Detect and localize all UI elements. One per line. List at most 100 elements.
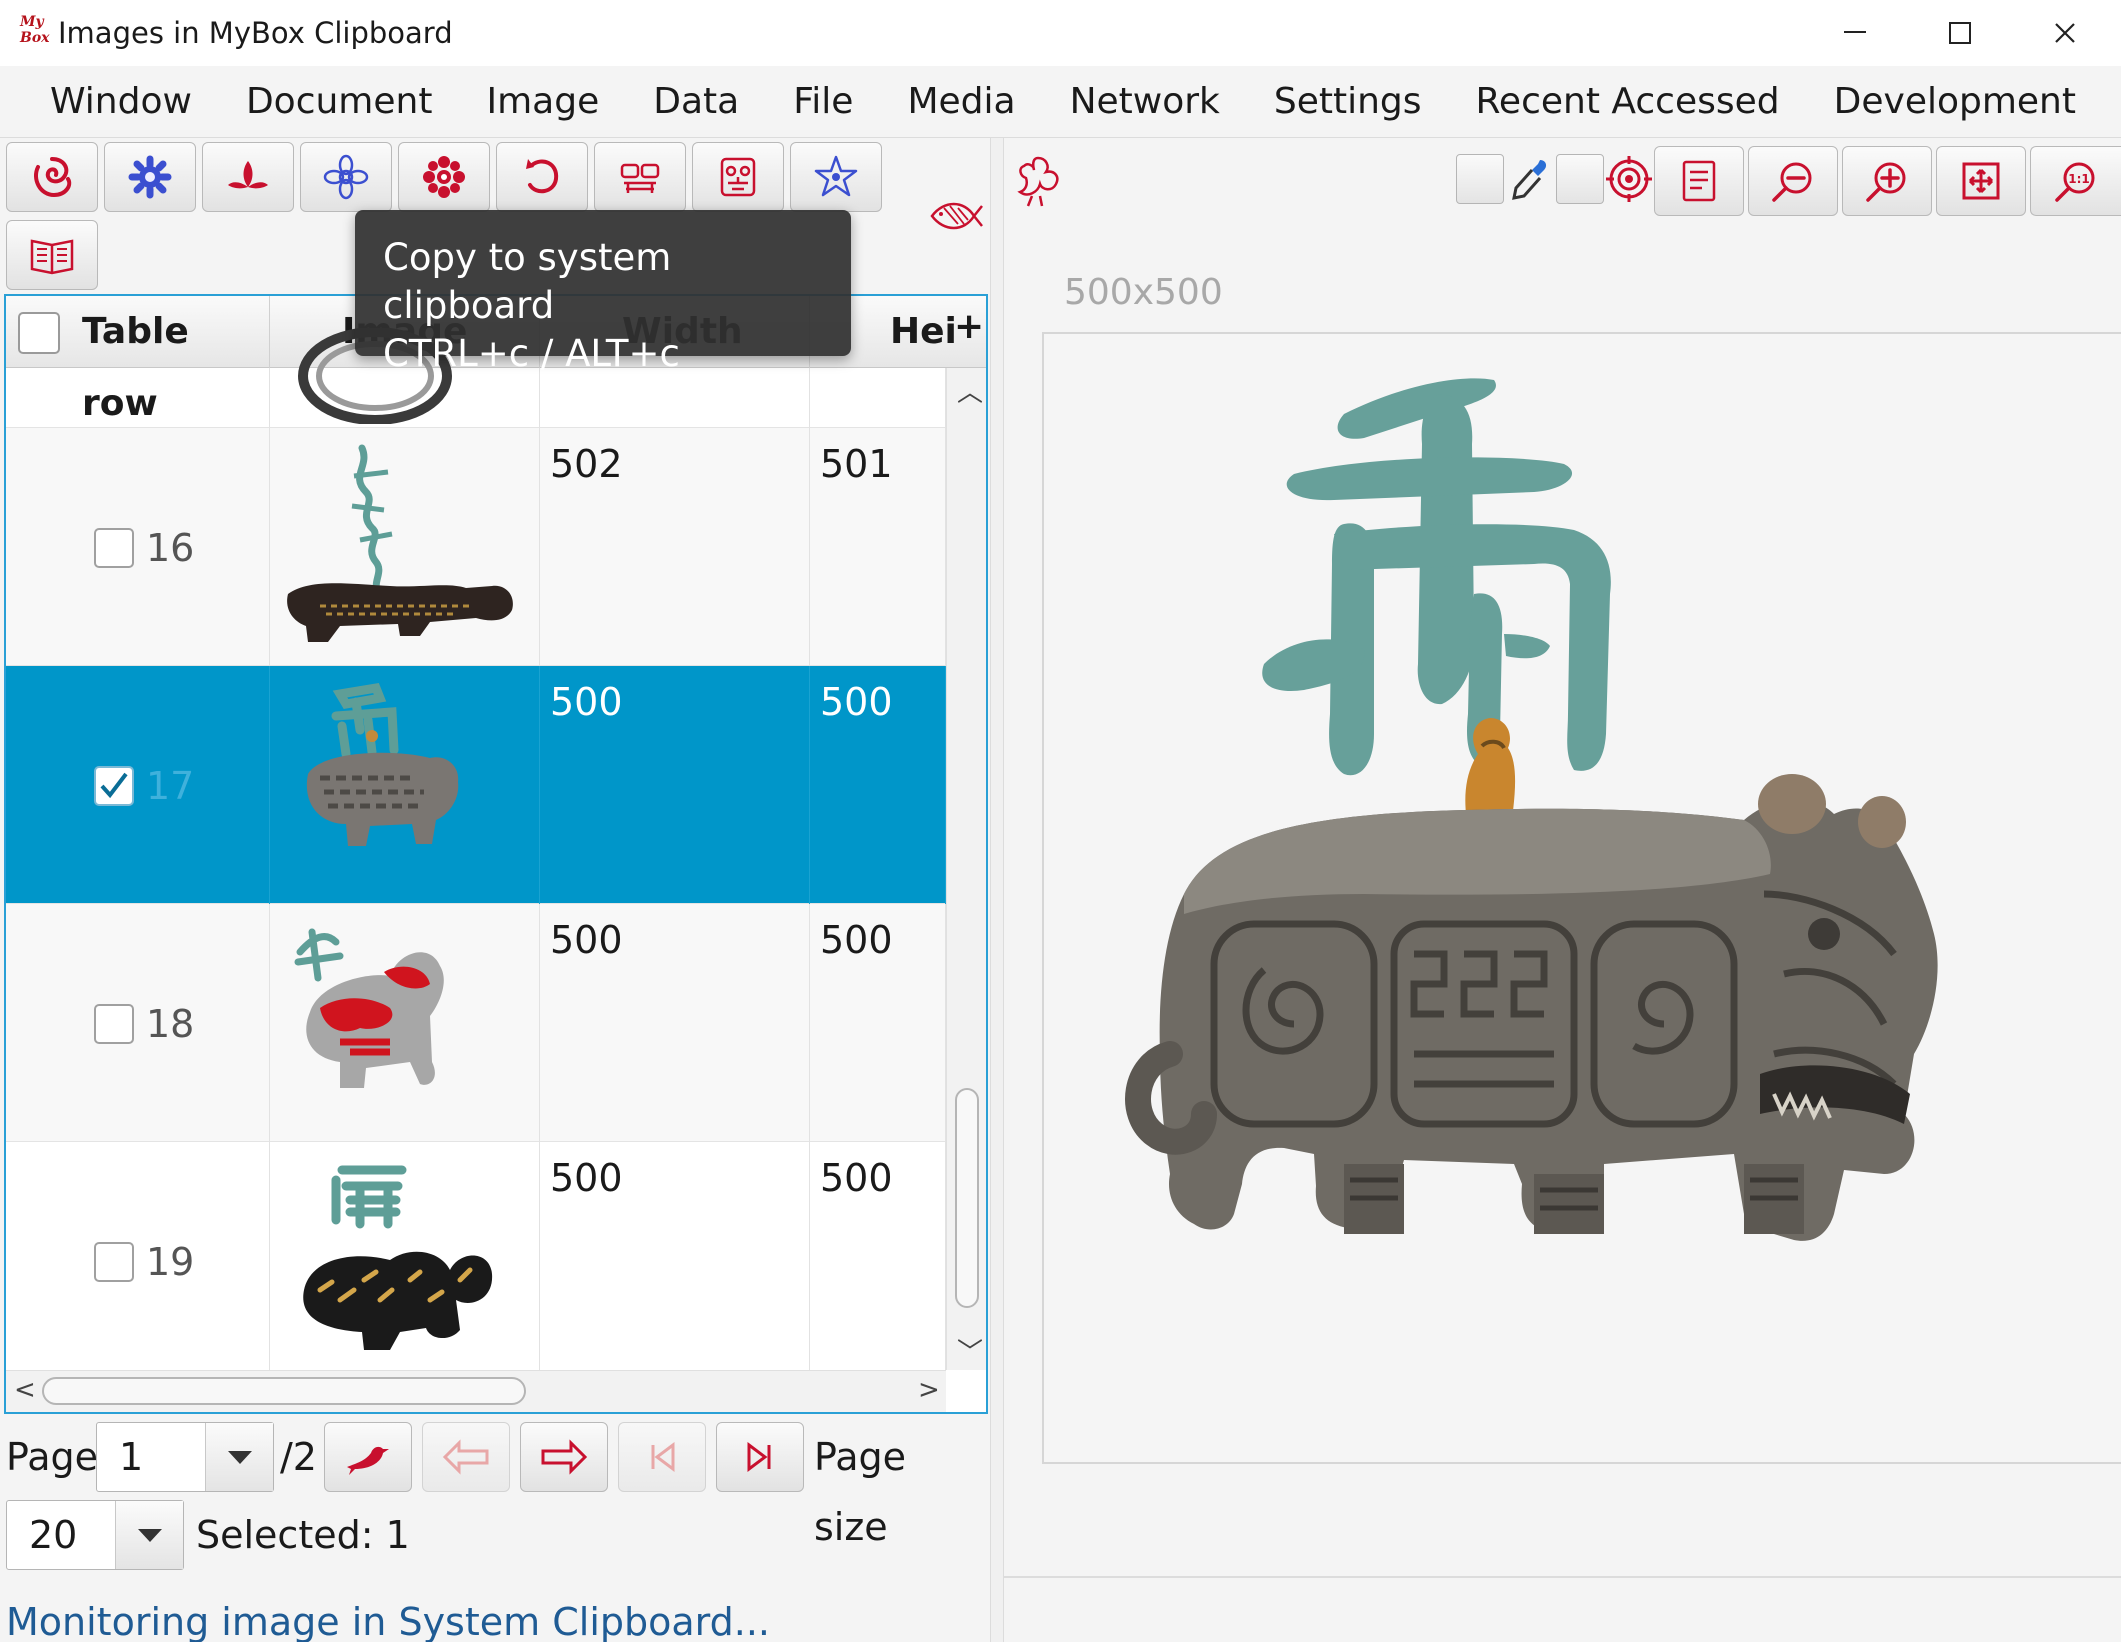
last-page-button[interactable] xyxy=(716,1422,804,1492)
flower-icon xyxy=(323,154,369,200)
target-icon[interactable] xyxy=(1606,156,1652,202)
row-checkbox[interactable] xyxy=(94,1004,134,1044)
row-thumbnail xyxy=(294,928,444,1088)
menu-recent-accessed[interactable]: Recent Accessed xyxy=(1449,66,1807,137)
table-row[interactable]: 16 502 501 xyxy=(6,428,946,666)
zoom-actual-size-icon: 1:1 xyxy=(2055,162,2095,202)
page-size-value: 20 xyxy=(29,1513,78,1557)
leaf-button[interactable] xyxy=(202,142,294,212)
menu-image[interactable]: Image xyxy=(459,66,626,137)
refresh-button[interactable] xyxy=(496,142,588,212)
row-number: 18 xyxy=(146,1002,195,1046)
pane-splitter[interactable] xyxy=(990,138,1004,1642)
copy-tooltip: Copy to system clipboard CTRL+c / ALT+c xyxy=(355,210,851,375)
menu-media[interactable]: Media xyxy=(880,66,1042,137)
bronze-tiger xyxy=(1125,774,1938,1241)
star-flower-button[interactable] xyxy=(790,142,882,212)
vertical-scroll-thumb[interactable] xyxy=(955,1088,979,1308)
document-info-icon xyxy=(1682,160,1716,202)
fish-icon xyxy=(930,202,983,230)
table-row-selected[interactable]: 17 500 500 xyxy=(6,666,946,904)
flower-button[interactable] xyxy=(300,142,392,212)
menu-data[interactable]: Data xyxy=(626,66,766,137)
last-page-icon xyxy=(747,1442,771,1472)
fit-window-button[interactable] xyxy=(1936,146,2026,216)
phoenix-icon xyxy=(1017,156,1059,207)
vertical-scrollbar[interactable]: ︿ ﹀ xyxy=(946,368,986,1370)
totem-button[interactable] xyxy=(692,142,784,212)
menu-bar: Window Document Image Data File Media Ne… xyxy=(0,66,2121,138)
menu-settings[interactable]: Settings xyxy=(1247,66,1449,137)
next-page-button[interactable] xyxy=(520,1422,608,1492)
red-flower-button[interactable] xyxy=(398,142,490,212)
previous-page-button[interactable] xyxy=(422,1422,510,1492)
first-page-button[interactable] xyxy=(618,1422,706,1492)
image-size-label: 500x500 xyxy=(1064,272,1223,313)
row-thumbnail xyxy=(287,444,513,642)
horizontal-scrollbar[interactable]: < > xyxy=(6,1370,946,1412)
row-checkbox[interactable] xyxy=(94,528,134,568)
help-book-button[interactable] xyxy=(6,220,98,290)
scroll-right-icon[interactable]: > xyxy=(918,1375,940,1405)
close-icon xyxy=(2055,23,2075,43)
row-number: 17 xyxy=(146,764,195,808)
totem-face-icon xyxy=(720,157,756,197)
page-label: Page xyxy=(6,1435,98,1479)
page-size-selector[interactable]: 20 xyxy=(6,1500,184,1570)
row-checkbox-checked[interactable] xyxy=(94,766,134,806)
scroll-up-icon[interactable]: ︿ xyxy=(957,372,983,409)
settings-button[interactable] xyxy=(104,142,196,212)
height-value: 500 xyxy=(820,1156,893,1200)
image-canvas[interactable] xyxy=(1042,332,2121,1464)
eyedropper-icon[interactable] xyxy=(1510,156,1550,202)
row-number: 19 xyxy=(146,1240,195,1284)
gear-icon xyxy=(128,155,172,199)
selected-count: Selected: 1 xyxy=(196,1513,410,1557)
row-checkbox[interactable] xyxy=(94,1242,134,1282)
menu-development[interactable]: Development xyxy=(1807,66,2103,137)
width-value: 500 xyxy=(550,680,623,724)
chevron-down-icon[interactable] xyxy=(115,1501,183,1569)
scroll-down-icon[interactable]: ﹀ xyxy=(957,1332,983,1369)
actual-size-button[interactable]: 1:1 xyxy=(2030,146,2121,216)
close-button[interactable] xyxy=(2020,8,2110,58)
book-icon xyxy=(30,239,74,275)
maximize-button[interactable] xyxy=(1915,8,2005,58)
zoom-in-button[interactable] xyxy=(1842,146,1932,216)
goto-page-button[interactable] xyxy=(324,1422,412,1492)
menu-network[interactable]: Network xyxy=(1043,66,1247,137)
page-total: /2 xyxy=(280,1435,317,1479)
menu-window[interactable]: Window xyxy=(0,66,219,137)
mybox-button[interactable] xyxy=(6,142,98,212)
svg-text:1:1: 1:1 xyxy=(2068,172,2090,186)
column-menu-button[interactable]: + xyxy=(954,306,984,347)
arrow-right-icon xyxy=(541,1439,588,1475)
minimize-button[interactable] xyxy=(1810,8,1900,58)
image-info-button[interactable] xyxy=(1654,146,1744,216)
calligraphy-character xyxy=(1262,378,1611,776)
scroll-left-icon[interactable]: < xyxy=(14,1375,36,1405)
bird-icon xyxy=(347,1446,389,1475)
row-number: 16 xyxy=(146,526,195,570)
pattern-button[interactable] xyxy=(594,142,686,212)
width-value: 500 xyxy=(550,1156,623,1200)
fit-screen-icon xyxy=(1962,162,2000,200)
horizontal-scroll-thumb[interactable] xyxy=(42,1377,526,1405)
zoom-out-button[interactable] xyxy=(1748,146,1838,216)
page-selector[interactable]: 1 xyxy=(96,1422,274,1492)
menu-file[interactable]: File xyxy=(766,66,880,137)
select-all-checkbox[interactable] xyxy=(18,312,60,354)
chevron-down-icon[interactable] xyxy=(205,1423,273,1491)
table-row[interactable]: 18 500 500 xyxy=(6,904,946,1142)
height-value: 500 xyxy=(820,918,893,962)
checkmark-icon xyxy=(100,772,128,799)
menu-document[interactable]: Document xyxy=(219,66,460,137)
status-monitoring-link[interactable]: Monitoring image in System Clipboard... xyxy=(6,1594,770,1642)
color-swatch-button-2[interactable] xyxy=(1556,154,1604,204)
first-page-icon xyxy=(651,1442,675,1472)
zoom-in-icon xyxy=(1866,162,1906,202)
table-row[interactable]: 19 500 500 xyxy=(6,1142,946,1380)
menu-help[interactable]: He xyxy=(2103,66,2121,137)
color-swatch-button[interactable] xyxy=(1456,154,1504,204)
arrow-left-icon xyxy=(442,1439,489,1475)
